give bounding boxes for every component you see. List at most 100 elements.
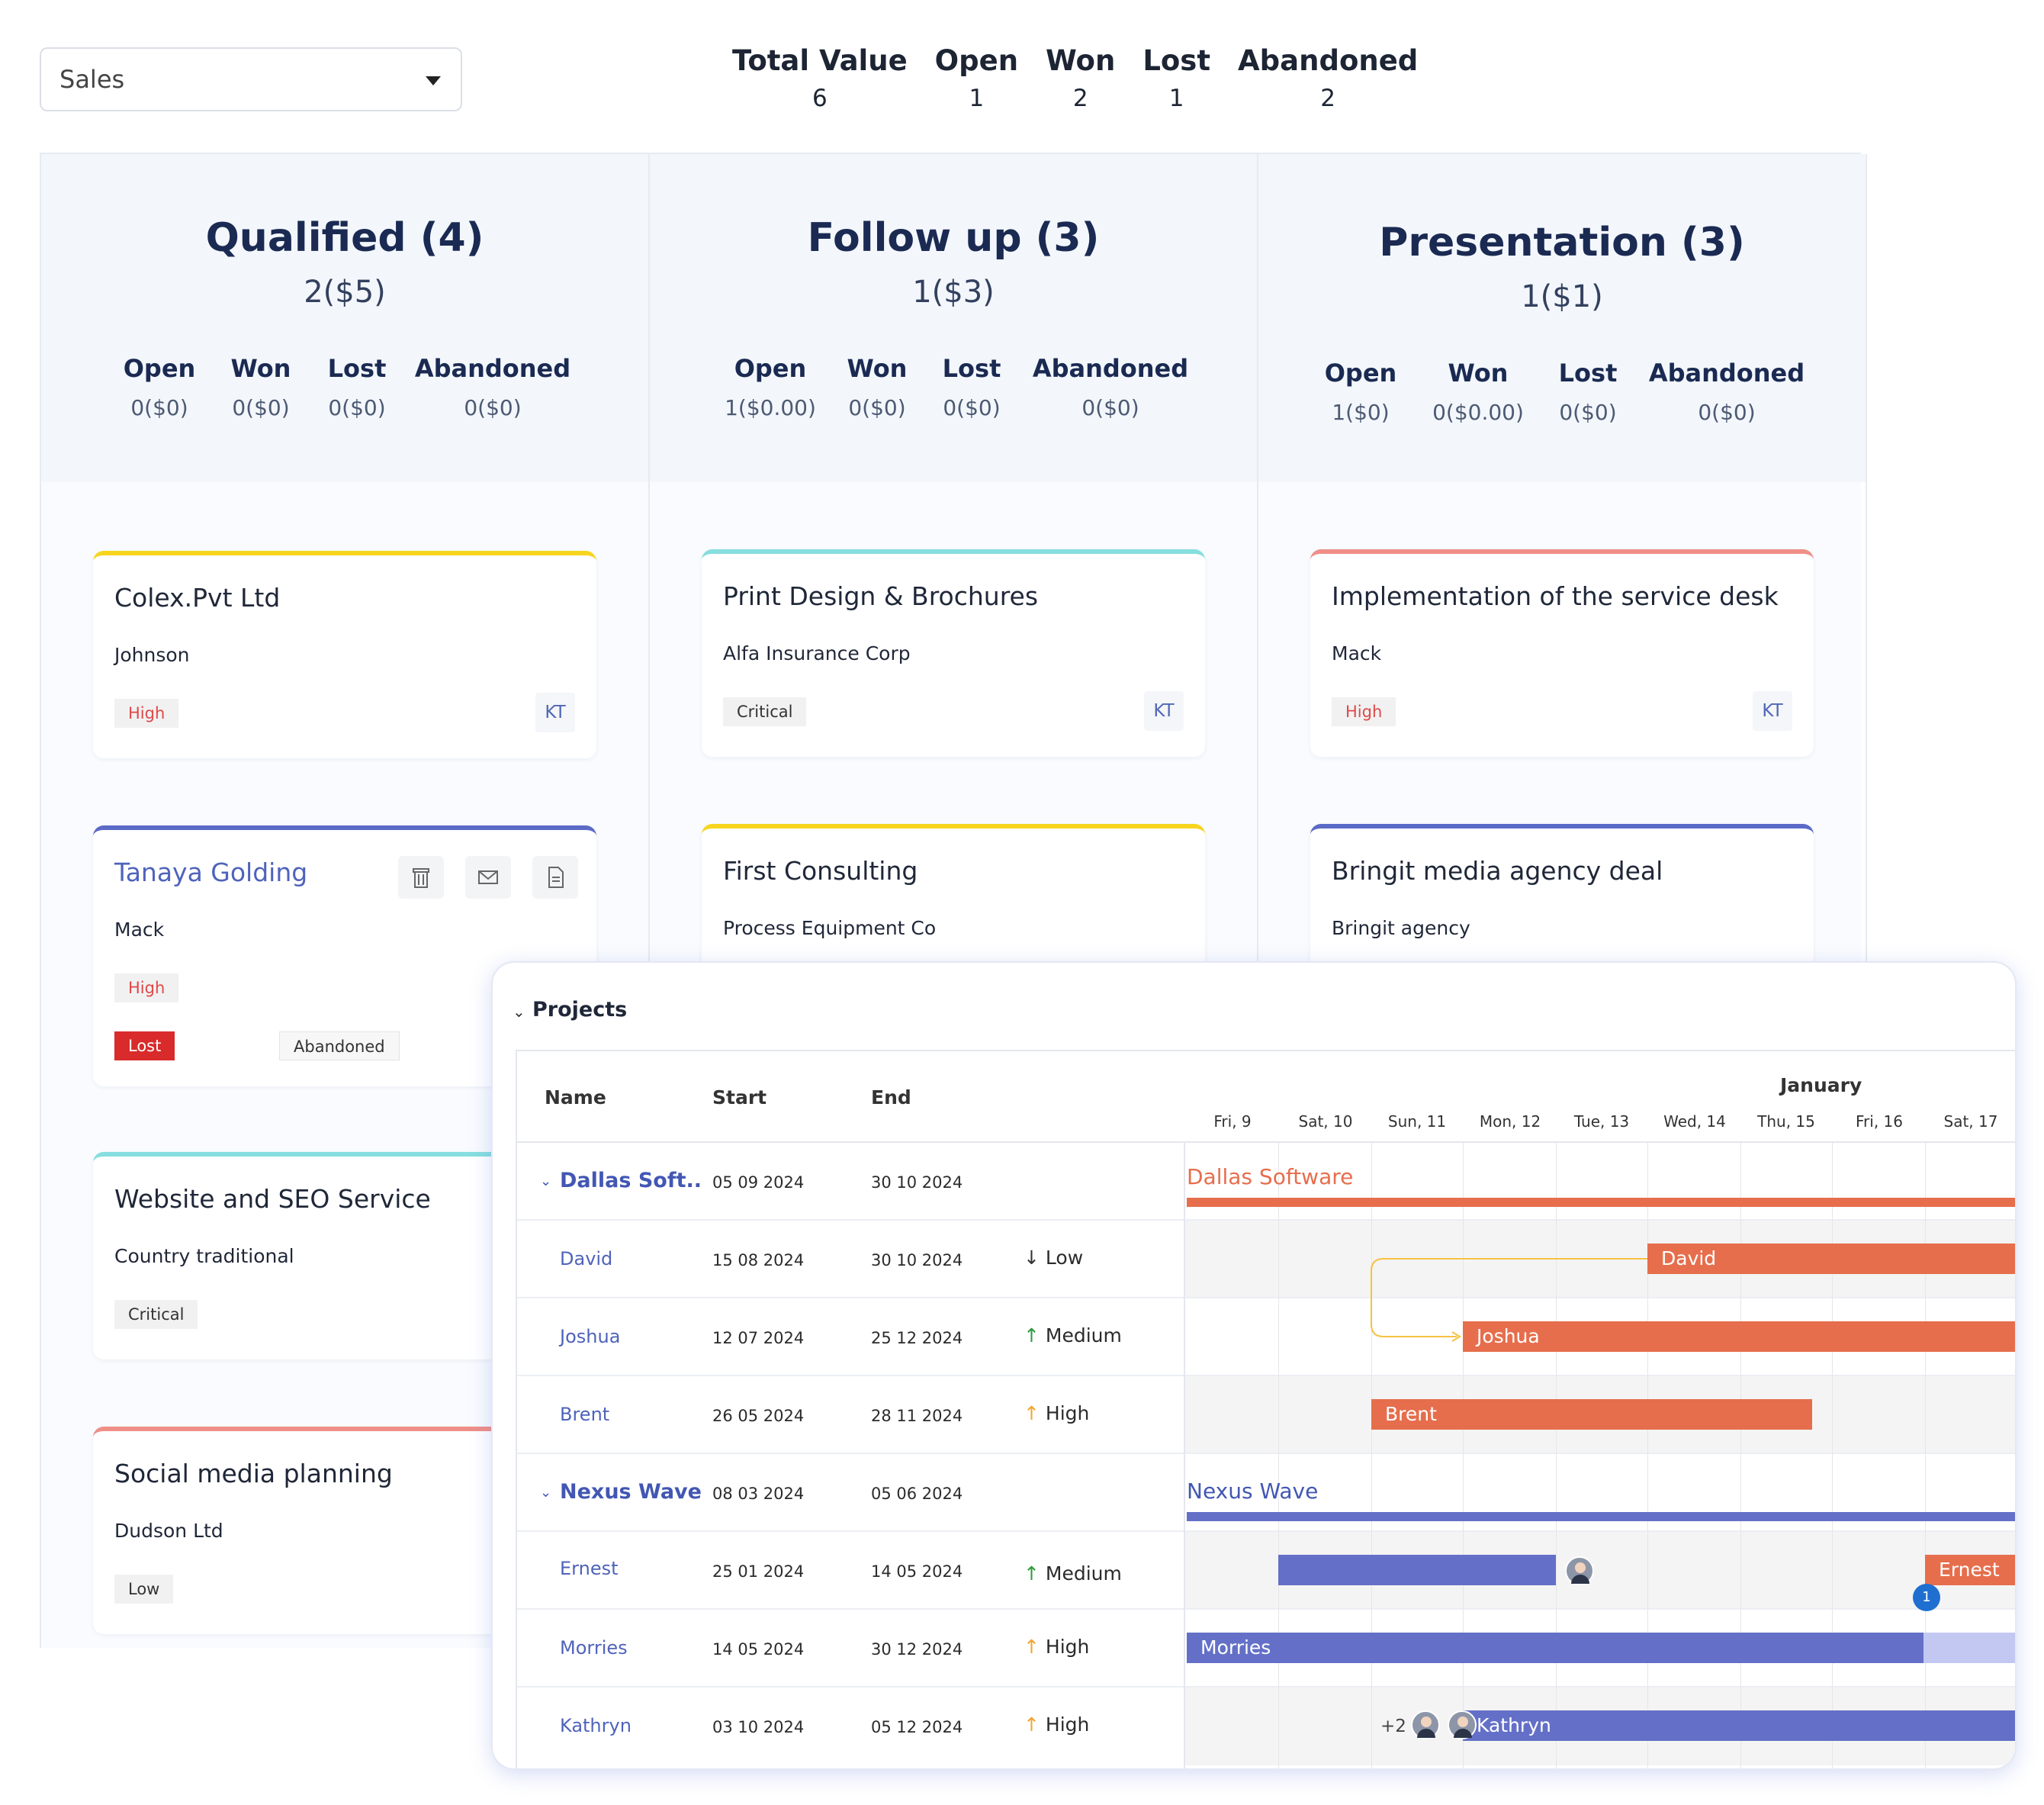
stat-value: 0($0)	[943, 395, 1001, 420]
summary-value: 1	[1168, 85, 1184, 112]
summary-label: Total Value	[732, 44, 908, 77]
stat-open: Open 0($0)	[124, 354, 196, 420]
assignee-avatar[interactable]	[1565, 1556, 1594, 1585]
stat-value: 0($0)	[848, 395, 906, 420]
deal-title: First Consulting	[723, 856, 918, 886]
stat-label: Won	[847, 354, 908, 383]
extra-assignees-count[interactable]: +2	[1380, 1717, 1406, 1736]
stat-abandoned: Abandoned 0($0)	[415, 354, 570, 420]
stat-label: Open	[123, 354, 196, 383]
pipeline-select-value: Sales	[59, 65, 125, 94]
stat-label: Abandoned	[1648, 359, 1805, 388]
stat-lost: Lost 0($0)	[328, 354, 387, 420]
summary-label: Lost	[1143, 44, 1211, 77]
column-title: Qualified (4)	[205, 215, 484, 261]
column-header: Follow up (3) 1($3) Open 1($0.00) Won 0($0…	[650, 154, 1257, 482]
summary-value: 1	[969, 85, 985, 112]
email-button[interactable]	[465, 856, 511, 899]
stat-value: 0($0)	[1559, 400, 1617, 425]
summary-lost: Lost 1	[1143, 44, 1210, 112]
summary-won: Won 2	[1046, 44, 1115, 112]
deal-company: Bringit agency	[1332, 917, 1470, 939]
priority-badge: Critical	[723, 697, 807, 726]
collapse-chevron-icon[interactable]: ⌄	[513, 1002, 525, 1021]
summary-open: Open 1	[935, 44, 1018, 112]
assignee-avatar[interactable]: KT	[535, 693, 575, 732]
assignee-avatar[interactable]	[1411, 1710, 1440, 1739]
stat-lost: Lost 0($0)	[943, 354, 1001, 420]
stat-open: Open 1($0.00)	[725, 354, 816, 420]
deal-company: Country traditional	[114, 1245, 294, 1267]
status-badge-lost[interactable]: Lost	[114, 1031, 175, 1060]
stat-value: 1($0.00)	[725, 395, 816, 420]
stat-value: 0($0)	[1081, 395, 1139, 420]
stat-label: Abandoned	[1032, 354, 1189, 383]
deal-title: Implementation of the service desk	[1332, 581, 1779, 611]
pipeline-select[interactable]: Sales	[40, 47, 462, 111]
stat-label: Won	[1448, 359, 1509, 388]
deal-card[interactable]: Colex.Pvt Ltd Johnson High KT	[93, 551, 596, 758]
dependency-arrow[interactable]	[517, 1051, 2015, 1768]
column-subtotal: 1($1)	[1521, 279, 1603, 314]
projects-gantt-panel: ⌄ Projects Name Start End January Fri, 9…	[493, 963, 2015, 1768]
column-subtotal: 2($5)	[304, 275, 386, 310]
deal-title: Social media planning	[114, 1459, 393, 1488]
deal-company: Process Equipment Co	[723, 917, 937, 939]
deal-card[interactable]: Implementation of the service desk Mack …	[1310, 549, 1814, 757]
pipeline-summary: Total Value 6 Open 1 Won 2 Lost 1 Abando…	[732, 44, 1445, 112]
trash-icon	[413, 868, 429, 888]
delete-button[interactable]	[398, 856, 444, 899]
deal-company: Mack	[1332, 642, 1382, 664]
priority-badge: High	[114, 973, 179, 1002]
deal-company: Johnson	[114, 644, 190, 666]
summary-total-value: Total Value 6	[732, 44, 908, 112]
deal-title: Website and SEO Service	[114, 1184, 431, 1214]
gantt-grid: Name Start End January Fri, 9 Sat, 10 Su…	[516, 1050, 2015, 1768]
deal-company: Mack	[114, 919, 165, 941]
priority-badge: Critical	[114, 1300, 198, 1329]
stat-value: 0($0.00)	[1432, 400, 1524, 425]
summary-value: 2	[1072, 85, 1088, 112]
deal-card[interactable]: Print Design & Brochures Alfa Insurance …	[702, 549, 1205, 757]
summary-value: 6	[811, 85, 828, 112]
assignee-avatar[interactable]	[1448, 1710, 1477, 1739]
stat-label: Lost	[327, 354, 387, 383]
assignee-avatar[interactable]: KT	[1753, 691, 1792, 731]
summary-value: 2	[1320, 85, 1336, 112]
deal-title: Colex.Pvt Ltd	[114, 583, 281, 613]
comment-count-badge[interactable]: 1	[1913, 1584, 1940, 1611]
stat-value: 1($0)	[1332, 400, 1390, 425]
summary-label: Abandoned	[1238, 44, 1419, 77]
column-header: Qualified (4) 2($5) Open 0($0) Won 0($0) L…	[41, 154, 648, 482]
stat-label: Lost	[1558, 359, 1618, 388]
mail-icon	[478, 870, 498, 884]
document-icon	[548, 867, 564, 888]
stat-abandoned: Abandoned 0($0)	[1033, 354, 1188, 420]
column-title: Presentation (3)	[1379, 220, 1745, 265]
stat-label: Abandoned	[414, 354, 571, 383]
stat-won: Won 0($0.00)	[1432, 359, 1524, 425]
priority-badge: Low	[114, 1575, 174, 1604]
stat-label: Won	[230, 354, 291, 383]
summary-label: Won	[1046, 44, 1116, 77]
deal-title-link[interactable]: Tanaya Golding	[114, 857, 307, 887]
deal-company: Dudson Ltd	[114, 1520, 223, 1542]
column-title: Follow up (3)	[807, 215, 1100, 261]
stat-value: 0($0)	[1698, 400, 1756, 425]
stat-label: Open	[1324, 359, 1397, 388]
stat-won: Won 0($0)	[847, 354, 908, 420]
summary-label: Open	[934, 44, 1019, 77]
stat-value: 0($0)	[232, 395, 290, 420]
deal-title: Print Design & Brochures	[723, 581, 1039, 611]
priority-badge: High	[114, 699, 179, 728]
column-header: Presentation (3) 1($1) Open 1($0) Won 0($0…	[1258, 154, 1866, 482]
stat-lost: Lost 0($0)	[1559, 359, 1618, 425]
stat-label: Lost	[942, 354, 1001, 383]
document-button[interactable]	[532, 856, 578, 899]
deal-company: Alfa Insurance Corp	[723, 642, 911, 664]
stat-value: 0($0)	[328, 395, 386, 420]
summary-abandoned: Abandoned 2	[1238, 44, 1418, 112]
assignee-avatar[interactable]: KT	[1144, 691, 1184, 731]
status-badge-abandoned[interactable]: Abandoned	[279, 1031, 400, 1060]
gantt-title: Projects	[532, 998, 628, 1022]
